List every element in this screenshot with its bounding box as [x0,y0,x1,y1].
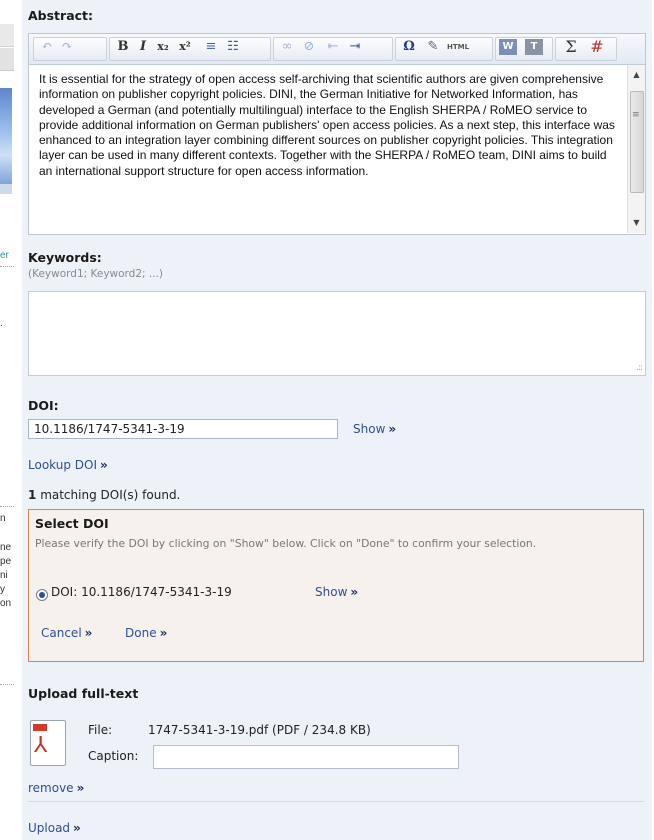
doi-label: DOI: [28,398,59,413]
unlink-icon[interactable]: ⊘ [299,37,319,57]
divider [28,801,644,802]
left-text-fragment: ne [0,542,12,553]
upload-link[interactable]: Upload» [28,821,81,835]
doi-option-label[interactable]: DOI: 10.1186/1747-5341-3-19 [51,585,232,599]
editor-toolbar: ↶ ↷ B I x₂ x² ≡ ☷ ∞ ⊘ ⇤ ⇥ Ω ✎ HTML W T Σ… [29,34,645,65]
metadata-form-panel: Abstract: ↶ ↷ B I x₂ x² ≡ ☷ ∞ ⊘ ⇤ ⇥ Ω ✎ … [22,0,652,840]
caption-label: Caption: [88,749,139,763]
pdf-tag-icon [33,724,47,731]
done-label: Done [125,626,157,640]
select-doi-panel: Select DOI Please verify the DOI by clic… [28,509,644,662]
keywords-hint: (Keyword1; Keyword2; ...) [28,268,164,280]
resize-grip-icon[interactable]: .:: [636,363,643,373]
caption-input[interactable] [153,745,459,769]
left-text-fragment: pe [0,556,12,567]
ordered-list-icon[interactable]: ≡ [201,37,221,57]
abstract-text[interactable]: It is essential for the strategy of open… [39,72,619,232]
doi-show-link[interactable]: Show» [353,422,396,436]
doi-input[interactable]: 10.1186/1747-5341-3-19 [28,419,338,439]
done-link[interactable]: Done» [125,626,167,640]
left-text-fragment: n [0,513,6,524]
link-icon[interactable]: ∞ [277,37,297,57]
left-thumbnail-image [0,184,12,194]
lookup-doi-label: Lookup DOI [28,458,97,472]
chevron-right-icon: » [84,626,93,640]
select-doi-show-label: Show [315,585,348,599]
bold-button[interactable]: B [113,37,133,57]
scroll-thumb[interactable] [630,91,644,193]
select-doi-title: Select DOI [35,516,109,531]
acrobat-icon: ⅄ [34,733,48,758]
paste-text-icon[interactable]: T [525,39,543,55]
left-text-fragment: y [0,584,5,595]
doi-radio-button[interactable] [36,589,48,601]
left-text-fragment: er [0,250,9,261]
doi-show-label: Show [353,422,386,436]
left-thumbnail-image [0,88,12,184]
italic-button[interactable]: I [133,37,153,57]
math-graph-icon[interactable]: # [587,37,607,57]
left-text-fragment: . [0,318,3,329]
scroll-grip-icon: ≡ [632,110,640,120]
left-nav-item[interactable] [0,24,14,47]
superscript-button[interactable]: x² [175,37,195,57]
undo-icon[interactable]: ↶ [37,37,57,57]
pdf-icon: ⅄ [30,720,66,766]
sum-icon[interactable]: Σ [561,37,581,57]
cancel-link[interactable]: Cancel» [41,626,92,640]
html-source-button[interactable]: HTML [443,37,473,57]
chevron-right-icon: » [73,821,81,835]
left-divider [0,506,14,507]
left-nav-item[interactable] [0,48,14,71]
upload-label: Upload [28,821,71,835]
cleanup-icon[interactable]: ✎ [423,37,443,57]
remove-link[interactable]: remove» [28,781,84,795]
left-text-fragment: ni [0,570,8,581]
cancel-label: Cancel [41,626,82,640]
remove-label: remove [28,781,74,795]
chevron-right-icon: » [76,781,85,795]
unordered-list-icon[interactable]: ☷ [223,37,243,57]
chevron-right-icon: » [388,422,397,436]
lookup-doi-link[interactable]: Lookup DOI» [28,458,108,472]
abstract-editor: ↶ ↷ B I x₂ x² ≡ ☷ ∞ ⊘ ⇤ ⇥ Ω ✎ HTML W T Σ… [28,33,646,235]
doi-match-status: 1 matching DOI(s) found. [28,488,180,502]
left-divider [0,266,14,267]
scroll-down-icon[interactable]: ▼ [628,215,645,231]
doi-match-text: matching DOI(s) found. [40,488,181,502]
left-column-fragment: er . n ne pe ni y on [0,0,20,840]
subscript-button[interactable]: x₂ [153,37,173,57]
redo-icon[interactable]: ↷ [57,37,77,57]
outdent-icon[interactable]: ⇤ [323,37,343,57]
abstract-scrollbar[interactable]: ▲ ≡ ▼ [627,65,645,233]
upload-title: Upload full-text [28,686,139,701]
indent-icon[interactable]: ⇥ [345,37,365,57]
chevron-right-icon: » [100,458,108,472]
file-label: File: [88,723,113,737]
left-divider [0,684,14,685]
chevron-right-icon: » [350,585,359,599]
select-doi-show-link[interactable]: Show» [315,585,358,599]
keywords-textarea[interactable]: .:: [28,291,646,376]
scroll-up-icon[interactable]: ▲ [628,67,645,83]
left-text-fragment: on [0,598,12,609]
special-character-icon[interactable]: Ω [399,37,419,57]
file-value: 1747-5341-3-19.pdf (PDF / 234.8 KB) [148,723,371,737]
abstract-label: Abstract: [28,8,94,23]
doi-match-count: 1 [28,488,37,502]
paste-word-icon[interactable]: W [499,39,517,55]
select-doi-description: Please verify the DOI by clicking on "Sh… [35,537,537,550]
keywords-label: Keywords: [28,250,102,265]
chevron-right-icon: » [159,626,168,640]
